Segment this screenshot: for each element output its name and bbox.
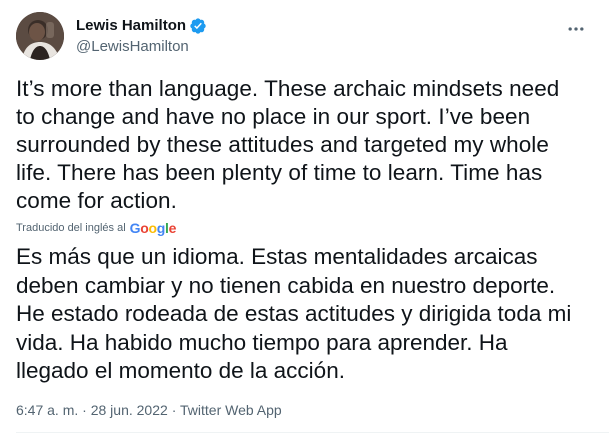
- avatar[interactable]: [16, 12, 64, 60]
- google-letter-o1: o: [140, 220, 149, 236]
- bottom-divider: [16, 432, 609, 433]
- display-name[interactable]: Lewis Hamilton: [76, 16, 186, 36]
- more-icon[interactable]: [561, 14, 591, 44]
- meta-separator-2: ·: [171, 402, 177, 418]
- handle[interactable]: @LewisHamilton: [76, 37, 207, 57]
- tweet-date[interactable]: 28 jun. 2022: [91, 402, 168, 418]
- tweet-source[interactable]: Twitter Web App: [180, 402, 282, 418]
- author-names: Lewis Hamilton @LewisHamilton: [76, 16, 207, 57]
- tweet-card: Lewis Hamilton @LewisHamilton It’s more …: [0, 0, 609, 435]
- google-letter-g: G: [129, 220, 141, 236]
- google-logo: Google: [129, 219, 177, 237]
- google-letter-e: e: [168, 220, 177, 236]
- google-letter-g2: g: [156, 220, 166, 236]
- meta-separator-1: ·: [82, 402, 87, 418]
- verified-badge-icon: [189, 17, 207, 35]
- translated-text: Es más que un idioma. Estas mentalidades…: [16, 244, 572, 383]
- translated-by[interactable]: Traducido del inglés al Google: [16, 219, 176, 237]
- tweet-meta: 6:47 a. m. · 28 jun. 2022 · Twitter Web …: [16, 400, 282, 420]
- tweet-time[interactable]: 6:47 a. m.: [16, 402, 78, 418]
- translated-by-label: Traducido del inglés al: [16, 222, 126, 234]
- avatar-photo: [16, 12, 64, 60]
- display-name-row: Lewis Hamilton: [76, 16, 207, 36]
- tweet-header: Lewis Hamilton @LewisHamilton: [16, 12, 593, 60]
- tweet-text: It’s more than language. These archaic m…: [16, 76, 560, 213]
- google-letter-o2: o: [148, 220, 158, 236]
